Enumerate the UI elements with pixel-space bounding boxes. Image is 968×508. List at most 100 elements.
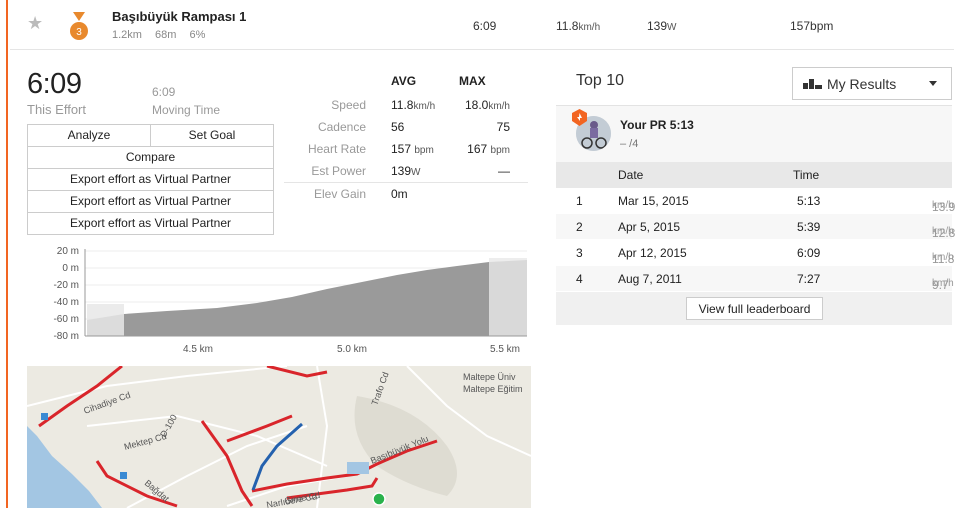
map-label: Maltepe Üniv (463, 372, 516, 382)
stat-avg-unit: bpm (414, 145, 434, 156)
stat-label: Elev Gain (313, 187, 366, 201)
elev-y-tick: -40 m (53, 297, 79, 308)
results-filter-label: My Results (827, 76, 897, 92)
stat-avg-value: 11.8 (391, 98, 414, 112)
segment-map[interactable]: Cihadiye Cd Mektep Cd D-100 Trafo Cd Mal… (27, 366, 531, 508)
stat-max: 167 bpm (467, 142, 510, 156)
map-label: Maltepe Eğitim (463, 384, 523, 394)
stat-max: 18.0km/h (465, 98, 510, 112)
row-date[interactable]: Apr 12, 2015 (618, 246, 687, 260)
stat-label: Heart Rate (307, 142, 366, 156)
segment-name[interactable]: Başıbüyük Rampası 1 (112, 9, 246, 24)
elev-x-tick: 5.5 km (490, 344, 520, 355)
row-date[interactable]: Apr 5, 2015 (618, 220, 680, 234)
elevation-chart[interactable]: 20 m 0 m -20 m -40 m -60 m -80 m 4.5 km … (27, 244, 531, 356)
elev-y-tick: -60 m (53, 314, 79, 325)
row-rank: 1 (576, 194, 583, 208)
export-partner-button-3[interactable]: Export effort as Virtual Partner (27, 212, 274, 235)
stat-row-cadence: Cadence 56 75 (284, 120, 528, 140)
elevation-shade-right (489, 258, 527, 336)
stat-avg: 0m (391, 187, 408, 201)
segment-power: 139W (647, 19, 676, 33)
segment-time: 6:09 (473, 19, 497, 33)
medal-icon: 3 (70, 12, 88, 40)
compare-button[interactable]: Compare (27, 146, 274, 169)
stats-divider (284, 182, 528, 183)
row-date[interactable]: Mar 15, 2015 (618, 194, 689, 208)
view-full-leaderboard-button[interactable]: View full leaderboard (686, 297, 823, 320)
map-bus-icon (41, 413, 48, 420)
elev-y-tick: 20 m (57, 246, 79, 257)
analyze-goal-row: Analyze Set Goal (27, 124, 274, 147)
row-time: 5:39 (797, 220, 821, 234)
stat-avg: 56 (391, 120, 405, 134)
map-start-marker[interactable] (372, 492, 386, 506)
effort-time: 6:09 (27, 68, 82, 100)
stat-label: Est Power (311, 164, 366, 178)
segment-speed: 11.8km/h (556, 19, 600, 33)
chevron-down-icon (929, 81, 937, 86)
stat-avg-unit: km/h (413, 101, 436, 112)
set-goal-button[interactable]: Set Goal (150, 124, 274, 147)
map-water (347, 462, 369, 474)
leaderboard-row[interactable]: 2 Apr 5, 2015 5:39 12.8 km/h (556, 214, 955, 240)
moving-time: 6:09 (152, 85, 176, 99)
bar-chart-icon (803, 79, 822, 89)
row-speed-unit: km/h (932, 278, 954, 289)
export-partner-button-1[interactable]: Export effort as Virtual Partner (27, 168, 274, 191)
row-time: 7:27 (797, 272, 821, 286)
elev-x-tick: 5.0 km (337, 344, 367, 355)
leaderboard-row[interactable]: 4 Aug 7, 2011 7:27 9.7 km/h (556, 266, 954, 292)
segment-distance: 1.2km (112, 29, 142, 41)
star-icon[interactable]: ★ (27, 13, 43, 34)
segment-row[interactable]: ★ 3 Başıbüyük Rampası 1 1.2km 68m 6% 6:0… (10, 0, 954, 50)
row-speed-unit: km/h (932, 200, 954, 211)
stat-label: Cadence (317, 120, 366, 134)
elev-y-tick: 0 m (62, 263, 79, 274)
segment-power-unit: W (667, 22, 677, 33)
row-time: 6:09 (797, 246, 821, 260)
pr-label: Your PR 5:13 (620, 118, 694, 132)
effort-actions: Analyze Set Goal Compare Export effort a… (27, 124, 274, 235)
stat-label: Speed (331, 98, 366, 112)
row-rank: 2 (576, 220, 583, 234)
row-rank: 4 (576, 272, 583, 286)
pr-rank: – /4 (620, 138, 639, 150)
row-rank: 3 (576, 246, 583, 260)
row-date[interactable]: Aug 7, 2011 (618, 272, 682, 286)
effort-time-label: This Effort (27, 102, 87, 117)
personal-record: Your PR 5:13 – /4 (556, 105, 952, 162)
elev-y-tick: -20 m (53, 280, 79, 291)
col-date: Date (618, 168, 644, 182)
leaderboard-header: Date Time (556, 162, 952, 188)
leaderboard-row[interactable]: 3 Apr 12, 2015 6:09 11.8 km/h (556, 240, 954, 266)
elev-x-tick: 4.5 km (183, 344, 213, 355)
segment-power-value: 139 (647, 19, 668, 33)
row-speed-unit: km/h (932, 252, 954, 263)
segment-speed-unit: km/h (578, 22, 601, 33)
moving-time-label: Moving Time (152, 103, 221, 117)
stat-avg: 139W (391, 164, 420, 178)
stat-row-speed: Speed 11.8km/h 18.0km/h (284, 98, 528, 118)
stat-max: — (498, 164, 510, 178)
segment-grade: 6% (189, 29, 206, 41)
avg-header: AVG (391, 74, 417, 88)
segment-elevation: 68m (155, 29, 177, 41)
segment-heart-rate: 157bpm (790, 19, 834, 33)
row-time: 5:13 (797, 194, 821, 208)
stat-avg-unit: W (411, 167, 421, 178)
export-partner-button-2[interactable]: Export effort as Virtual Partner (27, 190, 274, 213)
pr-badge-icon (572, 109, 587, 126)
segment-stats: 1.2km 68m 6% (112, 29, 215, 41)
results-filter-dropdown[interactable]: My Results (792, 67, 952, 100)
elev-y-tick: -80 m (53, 331, 79, 342)
analyze-button[interactable]: Analyze (27, 124, 151, 147)
map-bus-icon (120, 472, 127, 479)
leaderboard-footer: View full leaderboard (556, 292, 952, 325)
stat-avg-value: 139 (391, 164, 412, 178)
leaderboard-row[interactable]: 1 Mar 15, 2015 5:13 13.9 km/h (556, 188, 955, 214)
stat-avg: 11.8km/h (391, 98, 435, 112)
stat-avg-value: 157 (391, 142, 412, 156)
stat-max-unit: bpm (490, 145, 510, 156)
elevation-profile (87, 260, 527, 336)
